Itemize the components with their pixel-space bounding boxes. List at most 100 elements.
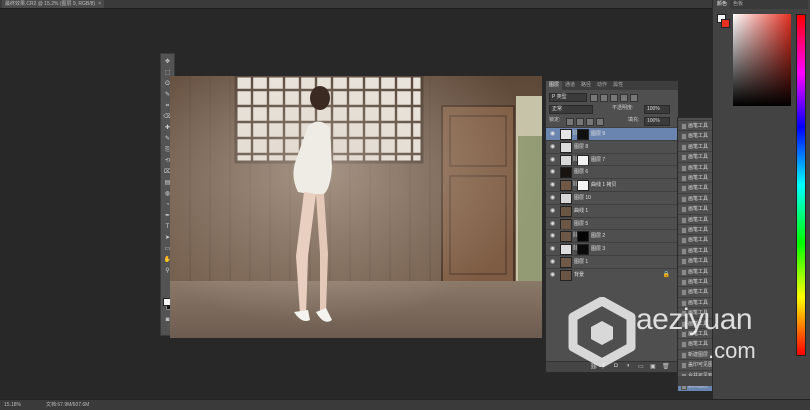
layer-name: 图层 5 xyxy=(574,220,589,227)
tab-layers[interactable]: 图层 xyxy=(546,81,563,90)
document-tab-strip: 最终效果.CR2 @ 15.2% (图层 9, RGB/8) × xyxy=(0,0,712,9)
layer-thumbnail[interactable] xyxy=(560,167,572,179)
layer-row[interactable]: ◉ ⛓ 图层 2 xyxy=(546,229,678,243)
layer-thumbnail[interactable] xyxy=(560,141,572,153)
lock-transparent-icon[interactable] xyxy=(566,118,574,126)
layer-row[interactable]: ◉ ⛓ 图层 9 xyxy=(546,127,678,140)
layer-thumbnail[interactable] xyxy=(560,193,572,204)
layer-thumbnail[interactable] xyxy=(560,180,572,192)
close-icon[interactable]: × xyxy=(98,1,101,7)
layer-mask-thumbnail[interactable] xyxy=(577,244,589,256)
opacity-input[interactable]: 100% xyxy=(644,105,670,114)
tab-channels[interactable]: 通道 xyxy=(562,81,578,90)
document-size: 文档:67.9M/607.6M xyxy=(46,402,90,408)
layer-name: 图层 8 xyxy=(574,143,589,150)
layer-name: 图层 2 xyxy=(591,233,606,240)
layer-name: 图层 9 xyxy=(591,131,606,137)
kind-filter-select[interactable]: P 类型 xyxy=(549,93,587,102)
eye-icon[interactable]: ◉ xyxy=(550,246,555,252)
layer-name: 图层 1 xyxy=(574,259,589,265)
history-item-label: 画笔工具 xyxy=(688,195,709,202)
layer-row[interactable]: ◉ 背景 🔒 xyxy=(546,267,678,281)
history-item-label: 画笔工具 xyxy=(688,227,709,233)
shape-filter-icon[interactable] xyxy=(620,94,628,102)
history-item-label: 画笔工具 xyxy=(688,185,709,192)
brush-state-icon xyxy=(681,195,687,203)
adjustment-filter-icon[interactable] xyxy=(600,94,608,102)
eye-icon[interactable]: ◉ xyxy=(550,131,555,137)
tab-swatches[interactable]: 色板 xyxy=(730,0,746,9)
document-canvas[interactable] xyxy=(170,76,542,338)
layer-thumbnail[interactable] xyxy=(560,244,572,256)
history-item-label: 画笔工具 xyxy=(688,175,709,181)
brush-state-icon xyxy=(681,164,687,172)
layer-row[interactable]: ◉ ⛓ 图层 7 xyxy=(546,152,678,166)
layer-thumbnail[interactable] xyxy=(560,269,572,281)
tab-actions[interactable]: 动作 xyxy=(594,81,610,90)
layer-thumbnail[interactable] xyxy=(560,205,572,217)
status-bar: 15.18% 文档:67.9M/607.6M xyxy=(0,399,810,410)
history-item-label: 画笔工具 xyxy=(688,268,709,275)
eye-icon[interactable]: ◉ xyxy=(550,169,555,175)
blend-mode-select[interactable]: 正常 xyxy=(549,105,593,114)
color-field[interactable] xyxy=(733,14,791,106)
lock-position-icon[interactable] xyxy=(586,118,594,126)
type-filter-icon[interactable] xyxy=(610,94,618,102)
layer-row[interactable]: ◉ 图层 5 xyxy=(546,216,678,230)
eye-icon[interactable]: ◉ xyxy=(550,208,555,214)
lock-pixels-icon[interactable] xyxy=(576,118,584,126)
eye-icon[interactable]: ◉ xyxy=(550,157,555,163)
layer-mask-thumbnail[interactable] xyxy=(577,129,589,140)
layer-thumbnail[interactable] xyxy=(560,129,572,140)
eye-icon[interactable]: ◉ xyxy=(550,182,555,188)
layer-row[interactable]: ◉ 曲线 1 xyxy=(546,203,678,217)
layer-thumbnail[interactable] xyxy=(560,257,572,268)
brush-state-icon xyxy=(681,185,687,193)
fill-label: 填充: xyxy=(628,117,640,123)
zoom-level[interactable]: 15.18% xyxy=(4,401,21,409)
brush-state-icon xyxy=(681,206,687,214)
color-panel-tabs: 颜色 色板 xyxy=(714,0,808,9)
brush-state-icon xyxy=(681,279,687,286)
layer-row[interactable]: ◉ 图层 1 xyxy=(546,255,678,268)
eye-icon[interactable]: ◉ xyxy=(550,195,555,201)
layer-thumbnail[interactable] xyxy=(560,154,572,166)
document-tab[interactable]: 最终效果.CR2 @ 15.2% (图层 9, RGB/8) × xyxy=(2,0,105,8)
eye-icon[interactable]: ◉ xyxy=(550,221,555,227)
pixel-filter-icon[interactable] xyxy=(590,94,598,102)
layer-thumbnail[interactable] xyxy=(560,218,572,230)
brush-state-icon xyxy=(681,227,687,234)
eye-icon[interactable]: ◉ xyxy=(550,259,555,265)
blend-opacity-row: 正常 不透明度: 100% xyxy=(546,104,678,114)
tab-properties[interactable]: 属性 xyxy=(610,81,626,90)
brush-state-icon xyxy=(681,143,687,151)
history-item-label: 画笔工具 xyxy=(688,216,709,223)
layer-name: 曲线 1 xyxy=(574,207,589,214)
smart-object-filter-icon[interactable] xyxy=(630,94,638,102)
history-item-label: 画笔工具 xyxy=(688,206,709,213)
tab-paths[interactable]: 路径 xyxy=(578,81,594,90)
tab-color[interactable]: 颜色 xyxy=(714,0,731,9)
history-item-label: 画笔工具 xyxy=(688,164,709,171)
layer-mask-thumbnail[interactable] xyxy=(577,231,589,243)
lock-all-icon[interactable] xyxy=(596,118,604,126)
layer-thumbnail[interactable] xyxy=(560,231,572,243)
move-icon[interactable]: ✥ xyxy=(162,58,173,67)
background-color-swatch[interactable] xyxy=(721,19,730,28)
brush-state-icon xyxy=(681,216,687,224)
eye-icon[interactable]: ◉ xyxy=(550,233,555,239)
layer-name: 图层 3 xyxy=(591,246,606,253)
layer-row[interactable]: ◉ ⛓ 曲线 1 拷贝 xyxy=(546,178,678,192)
fill-input[interactable]: 100% xyxy=(644,117,670,126)
layer-mask-thumbnail[interactable] xyxy=(577,180,589,192)
layer-name: 图层 10 xyxy=(574,195,591,201)
eye-icon[interactable]: ◉ xyxy=(550,144,555,150)
layer-row[interactable]: ◉ ⛓ 图层 3 xyxy=(546,242,678,256)
lock-fill-row: 锁定: 填充: 100% xyxy=(546,116,678,126)
eye-icon[interactable]: ◉ xyxy=(550,272,555,278)
watermark-text: aeziyuan xyxy=(636,303,753,336)
layer-row[interactable]: ◉ 图层 8 xyxy=(546,139,678,153)
layer-row[interactable]: ◉ 图层 6 xyxy=(546,165,678,179)
layer-mask-thumbnail[interactable] xyxy=(577,154,589,166)
layer-row[interactable]: ◉ 图层 10 xyxy=(546,191,678,204)
